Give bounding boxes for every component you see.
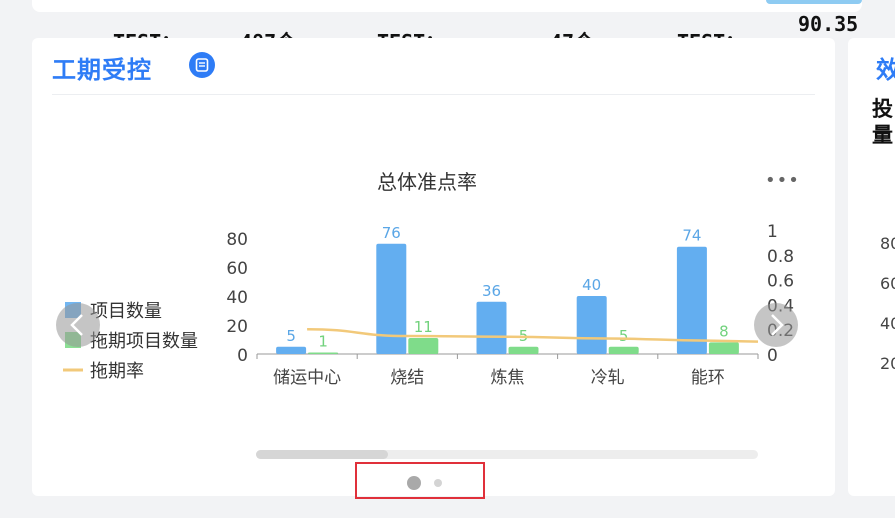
x-tick-label: 烧结 xyxy=(390,368,424,388)
chart-scrollbar[interactable] xyxy=(256,450,758,459)
legend-label: 项目数量 xyxy=(90,301,162,322)
y-right-tick-label: 0 xyxy=(767,346,778,366)
x-tick-label: 能环 xyxy=(691,368,725,388)
bar-data-label: 5 xyxy=(619,327,629,345)
right-axis-tick: 40 xyxy=(880,314,895,333)
chevron-right-icon xyxy=(771,314,784,336)
pager-dot-active[interactable] xyxy=(407,476,421,490)
y-right-tick-label: 0.6 xyxy=(767,272,794,292)
next-arrow-button[interactable] xyxy=(754,303,798,347)
bar-data-label: 74 xyxy=(682,227,701,245)
top-panel-tab xyxy=(766,0,862,4)
schedule-control-card: 工期受控 ••• 总体准点率 储运中心烧结炼焦冷轧能环02040608000.2… xyxy=(32,38,835,496)
chart-scrollbar-thumb[interactable] xyxy=(256,450,388,459)
top-panel-edge xyxy=(32,0,862,12)
y-left-tick-label: 0 xyxy=(237,346,248,366)
bar-project-count xyxy=(476,301,507,354)
y-left-tick-label: 20 xyxy=(226,317,248,337)
y-left-tick-label: 60 xyxy=(226,259,248,279)
right-axis-tick: 80 xyxy=(880,234,895,253)
x-tick-label: 储运中心 xyxy=(273,368,341,388)
bar-delayed-count xyxy=(308,352,339,354)
bar-delayed-count xyxy=(408,338,439,354)
y-right-tick-label: 0.8 xyxy=(767,247,794,267)
bar-data-label: 5 xyxy=(286,327,296,345)
y-left-tick-label: 80 xyxy=(226,230,248,250)
right-axis-tick: 60 xyxy=(880,274,895,293)
pager-dot[interactable] xyxy=(434,479,442,487)
stat-value-3: 90.35 xyxy=(798,12,859,36)
x-tick-label: 炼焦 xyxy=(491,368,525,388)
legend-label: 拖期项目数量 xyxy=(90,331,198,352)
bar-data-label: 76 xyxy=(382,224,401,242)
chart-title: 总体准点率 xyxy=(377,170,477,194)
bar-project-count xyxy=(276,346,307,354)
y-right-tick-label: 1 xyxy=(767,222,778,242)
bar-project-count xyxy=(676,246,707,354)
right-card-label: 投量 xyxy=(872,97,893,147)
bar-delayed-count xyxy=(708,342,739,354)
bar-data-label: 8 xyxy=(719,322,729,340)
bar-data-label: 36 xyxy=(482,282,501,300)
x-tick-label: 冷轧 xyxy=(591,368,625,388)
punctuality-chart: 总体准点率 储运中心烧结炼焦冷轧能环02040608000.20.40.60.8… xyxy=(63,170,794,388)
bar-delayed-count xyxy=(508,346,539,354)
bar-project-count xyxy=(576,296,607,354)
y-left-tick-label: 40 xyxy=(226,288,248,308)
bar-data-label: 40 xyxy=(582,276,601,294)
prev-arrow-button[interactable] xyxy=(56,303,100,347)
bar-delayed-count xyxy=(608,346,639,354)
carousel-pager xyxy=(355,462,485,499)
legend-label: 拖期率 xyxy=(90,361,144,382)
right-card-title: 效 xyxy=(876,56,895,84)
bar-data-label: 11 xyxy=(414,318,433,336)
bar-data-label: 1 xyxy=(318,333,328,351)
bar-project-count xyxy=(376,243,407,354)
right-axis-tick: 20 xyxy=(880,354,895,373)
chevron-left-icon xyxy=(70,314,83,336)
